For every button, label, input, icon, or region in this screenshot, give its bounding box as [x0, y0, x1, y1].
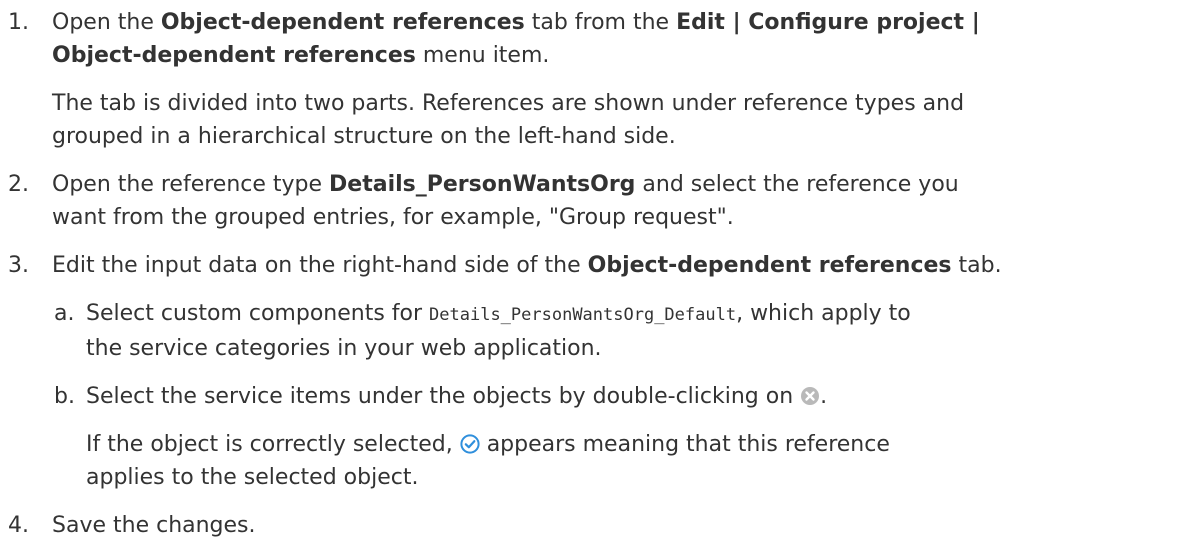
text-run: and select the reference you — [635, 172, 959, 197]
step-4: 4. Save the changes. — [0, 509, 1181, 542]
ui-term: Object-dependent references — [160, 10, 525, 35]
text-run: menu item. — [415, 43, 550, 68]
step-text-cont: want from the grouped entries, for examp… — [52, 205, 734, 230]
checkmark-circle-icon — [460, 431, 480, 454]
substep-letter: b. — [54, 384, 75, 409]
text-run: tab. — [951, 253, 1002, 278]
ui-term: Details_PersonWantsOrg — [329, 172, 636, 197]
text-run: Select custom components for — [86, 301, 430, 326]
text-run: Open the — [52, 10, 161, 35]
text-run: , which apply to — [736, 301, 911, 326]
substep-text-cont: the service categories in your web appli… — [86, 336, 602, 361]
code-term: Details_PersonWantsOrg_Default — [429, 305, 737, 325]
substep-text: Select custom components for Details_Per… — [86, 297, 1181, 332]
step-note-line: grouped in a hierarchical structure on t… — [52, 124, 676, 149]
step-1: 1. Open the Object-dependent references … — [0, 6, 1181, 153]
text-run: Select the service items under the objec… — [86, 384, 801, 409]
ui-term: Object-dependent references — [587, 253, 952, 278]
step-text: Edit the input data on the right-hand si… — [52, 249, 1181, 282]
step-text: Open the Object-dependent references tab… — [52, 6, 1181, 39]
step-number: 4. — [8, 513, 29, 538]
step-text-cont: Object-dependent references menu item. — [52, 39, 1181, 72]
substep-note-cont: applies to the selected object. — [86, 465, 419, 490]
step-note-line: The tab is divided into two parts. Refer… — [52, 91, 965, 116]
remove-circle-icon — [800, 383, 820, 405]
substep-b: b. Select the service items under the ob… — [52, 380, 1181, 494]
step-number: 3. — [8, 253, 29, 278]
text-run: Open the reference type — [52, 172, 330, 197]
step-text: Open the reference type Details_PersonWa… — [52, 168, 1181, 201]
substep-letter: a. — [54, 301, 75, 326]
menu-path: Edit | Configure project | — [676, 10, 980, 35]
step-3: 3. Edit the input data on the right-hand… — [0, 249, 1181, 494]
text-run: tab from the — [524, 10, 677, 35]
text-run: Edit the input data on the right-hand si… — [52, 253, 588, 278]
substep-text: Select the service items under the objec… — [86, 380, 1181, 413]
substep-a: a. Select custom components for Details_… — [52, 297, 1181, 365]
substep-note: If the object is correctly selected, app… — [86, 428, 1181, 461]
step-2: 2. Open the reference type Details_Perso… — [0, 168, 1181, 234]
step-text: Save the changes. — [52, 513, 256, 538]
step-number: 2. — [8, 172, 29, 197]
menu-path: Object-dependent references — [52, 43, 416, 68]
text-run: . — [820, 384, 828, 409]
step-number: 1. — [8, 10, 29, 35]
text-run: appears meaning that this reference — [479, 432, 890, 457]
text-run: If the object is correctly selected, — [86, 432, 460, 457]
instruction-document: 1. Open the Object-dependent references … — [0, 0, 1181, 542]
